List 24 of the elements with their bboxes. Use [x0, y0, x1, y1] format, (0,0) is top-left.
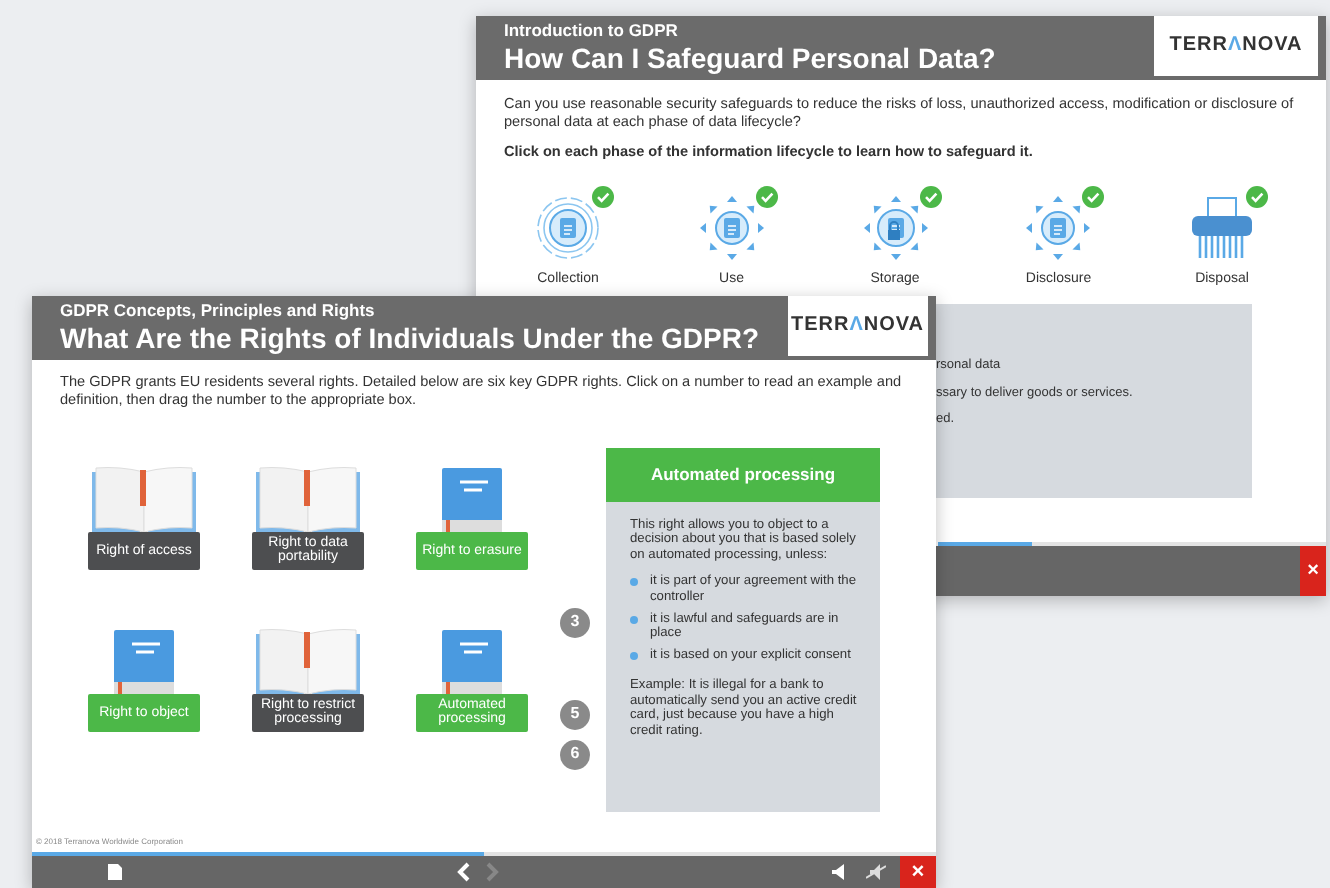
mute-icon[interactable] [866, 864, 886, 880]
close-button[interactable]: × [900, 856, 936, 888]
document-icon[interactable] [108, 864, 122, 880]
open-book-icon [88, 463, 200, 532]
logo: TERRΛNOVA [787, 296, 928, 356]
speaker-icon[interactable] [832, 864, 848, 880]
bullet-icon [630, 651, 638, 660]
slide-title: How Can I Safeguard Personal Data? [504, 41, 998, 74]
rings-document-icon [534, 194, 602, 263]
course-title: GDPR Concepts, Principles and Rights [60, 302, 377, 322]
open-book-icon [252, 625, 364, 694]
back-icon[interactable] [455, 862, 469, 882]
open-book-icon [252, 463, 364, 532]
close-button[interactable]: × [1300, 546, 1326, 596]
bullet-icon [630, 615, 638, 623]
document-arrows-icon [1024, 194, 1093, 263]
course-title: Introduction to GDPR [504, 22, 680, 42]
shredder-icon [1188, 194, 1256, 263]
panel-title: Automated processing [606, 447, 880, 502]
bullet-icon [630, 578, 638, 587]
logo: TERRΛNOVA [1154, 16, 1318, 76]
document-arrows-icon [697, 194, 766, 263]
lock-document-icon [861, 194, 929, 263]
slide-title: What Are the Rights of Individuals Under the GDPR? [60, 321, 759, 354]
